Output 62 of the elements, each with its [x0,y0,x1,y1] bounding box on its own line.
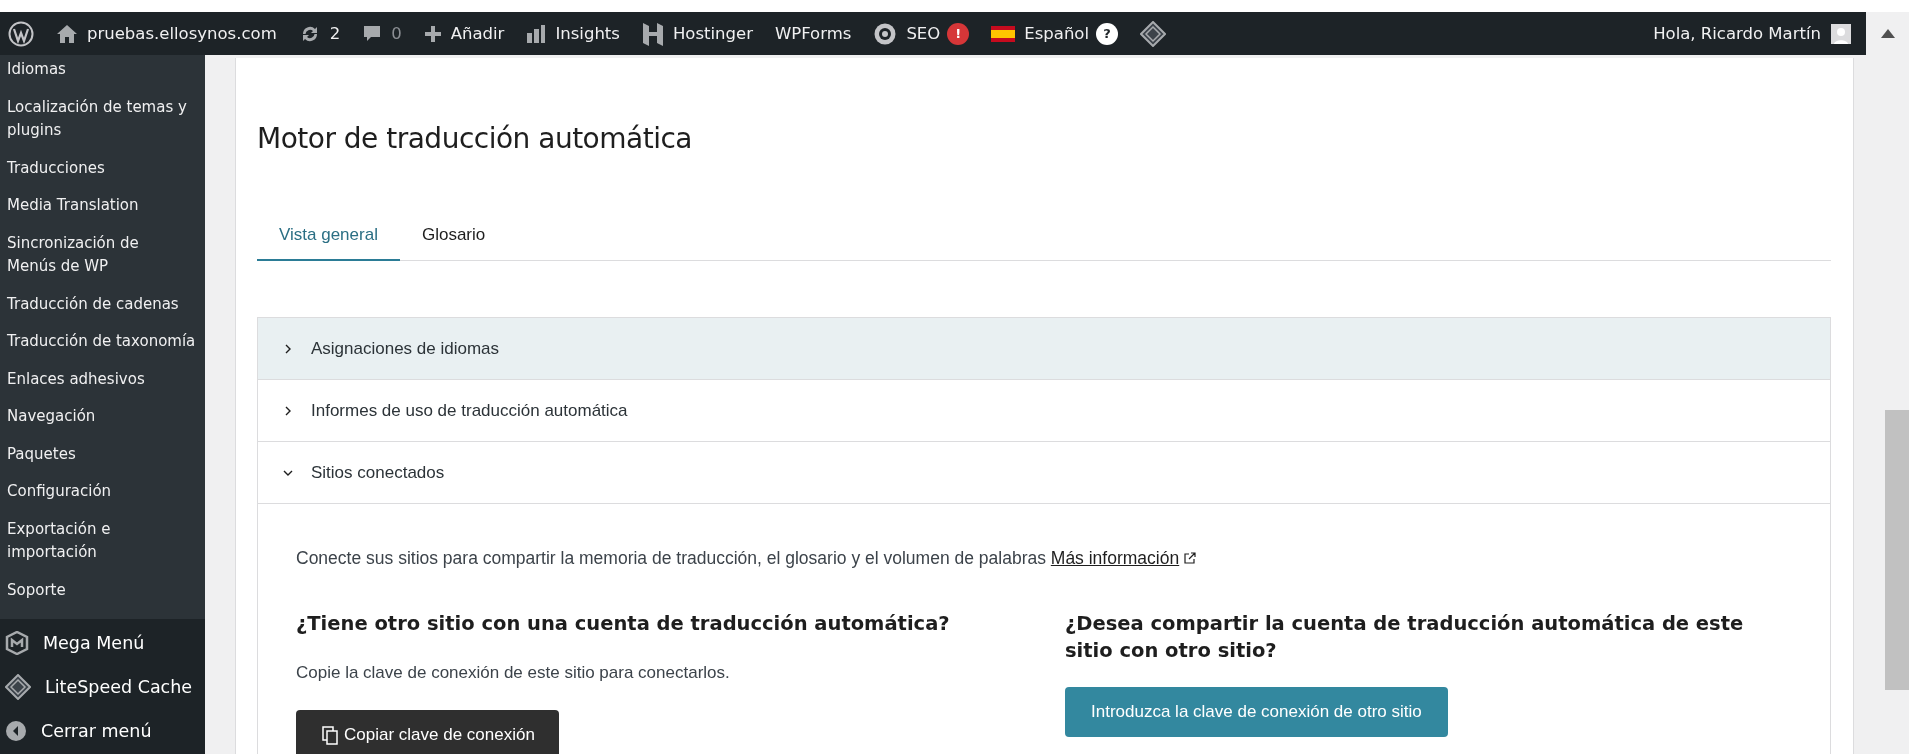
sidebar-menu-item[interactable]: Mega Menú [0,621,205,665]
home-icon [56,23,78,44]
user-greeting[interactable]: Hola, Ricardo Martín [1653,23,1851,44]
sidebar-item[interactable]: Sincronización de Menús de WP [0,224,205,286]
diamond-logo-icon [5,674,31,700]
section-heading: ¿Desea compartir la cuenta de traducción automática de este sitio con otro sitio? [1065,611,1745,664]
enter-key-button[interactable]: Introduzca la clave de conexión de otro sitio [1065,687,1448,737]
accordion-header[interactable]: Informes de uso de traducción automática [258,380,1830,442]
sidebar-menu-item[interactable]: LiteSpeed Cache [0,665,205,709]
toolbar-item[interactable]: Español ? [991,22,1119,45]
copy-key-button[interactable]: Copiar clave de conexión [296,710,559,754]
h-logo-icon [641,21,664,46]
comment-icon [362,23,383,44]
page-title: Motor de traducción automática [257,121,693,157]
tab[interactable]: Vista general [257,215,400,261]
copy-icon [322,725,338,745]
sidebar-item[interactable]: Soporte [0,571,205,609]
spain-flag-icon [991,25,1016,42]
chevron-icon [283,343,293,354]
more-info-link[interactable]: Más información [1050,548,1180,568]
sidebar-item[interactable]: Idiomas [0,55,205,89]
cube-logo-icon [5,631,29,655]
toolbar-item[interactable]: pruebas.ellosynos.com [56,23,277,44]
diamond-logo-icon[interactable] [1140,20,1167,47]
sidebar-item[interactable]: Paquetes [0,435,205,473]
wordpress-logo-icon[interactable] [8,20,34,47]
scrollbar-thumb[interactable] [1885,410,1909,690]
tab[interactable]: Glosario [399,215,508,261]
chevron-icon [283,405,293,416]
collapse-icon [5,720,27,742]
alert-badge: ! [947,22,970,45]
help-badge: ? [1096,22,1119,45]
accordion-title: Sitios conectados [311,462,445,483]
sidebar-item[interactable]: Navegación [0,398,205,436]
sidebar-item[interactable]: Traducciones [0,149,205,187]
toolbar-item[interactable]: Hostinger [641,21,753,46]
accordion-title: Asignaciones de idiomas [311,338,500,359]
description-text: Copie la clave de conexión de este sitio para conectarlos. [296,663,731,683]
sidebar-item[interactable]: Localización de temas y plugins [0,88,205,150]
scroll-up-icon[interactable] [1880,29,1895,38]
sidebar-item[interactable]: Traducción de cadenas [0,285,205,323]
accordion-title: Informes de uso de traducción automática [311,400,628,421]
intro-text: Conecte sus sitios para compartir la memoria de traducción, el glosario y el volumen de palabras Más información [296,548,1791,569]
accordion-header[interactable]: Sitios conectados [258,442,1830,504]
plus-icon [423,24,442,43]
sidebar-menu-item[interactable]: Cerrar menú [0,709,205,753]
avatar-icon [1831,23,1851,44]
toolbar-item[interactable]: WPForms [774,24,852,43]
accordion-header[interactable]: Asignaciones de idiomas [258,318,1830,380]
toolbar-item[interactable]: 0 [362,23,402,44]
sidebar-item[interactable]: Media Translation [0,187,205,225]
sidebar-item[interactable]: Enlaces adhesivos [0,360,205,398]
bar-chart-icon [526,23,547,44]
sidebar-item[interactable]: Configuración [0,473,205,511]
toolbar-item[interactable]: 2 [298,22,341,45]
sidebar-item[interactable]: Traducción de taxonomía [0,323,205,361]
toolbar-item[interactable]: Añadir [423,24,505,43]
toolbar-item[interactable]: Insights [526,23,620,44]
sidebar-item[interactable]: Exportación e importación [0,510,205,572]
toolbar-item[interactable]: SEO ! [873,21,970,46]
section-heading: ¿Tiene otro sitio con una cuenta de traducción automática? [296,611,951,637]
external-link-icon [1184,552,1197,564]
